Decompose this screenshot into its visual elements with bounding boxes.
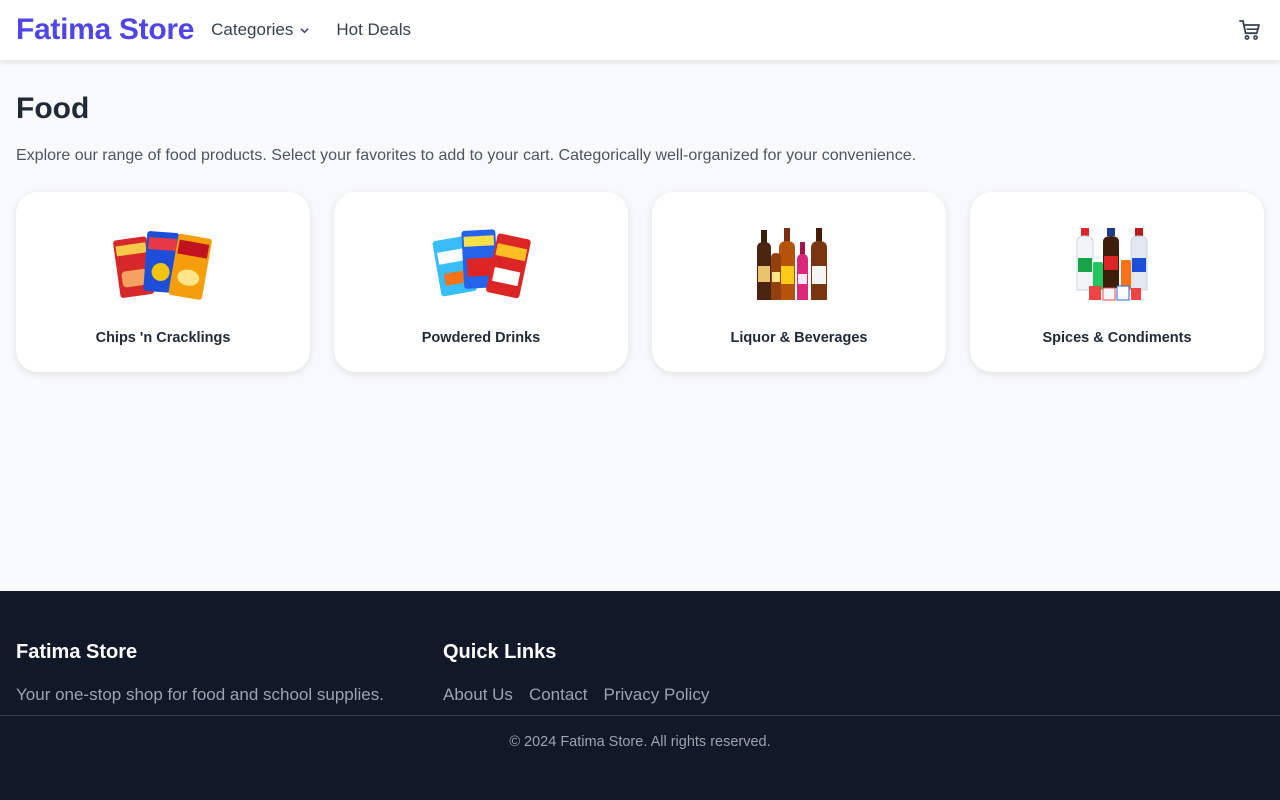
site-footer: Fatima Store Your one-stop shop for food…: [0, 591, 1280, 800]
category-card-liquor[interactable]: Liquor & Beverages: [652, 192, 946, 372]
powdered-drinks-image: [432, 229, 531, 299]
category-label: Liquor & Beverages: [730, 330, 868, 346]
category-label: Chips 'n Cracklings: [95, 330, 231, 346]
liquor-bottles-image: [757, 228, 827, 300]
category-grid: Chips 'n Cracklings Powdered Drinks Liqu…: [16, 192, 1264, 372]
footer-tagline: Your one-stop shop for food and school s…: [16, 685, 384, 704]
categories-label: Categories: [211, 20, 294, 39]
categories-dropdown[interactable]: Categories: [211, 20, 310, 40]
cart-icon[interactable]: [1238, 18, 1262, 42]
quick-links-title: Quick Links: [443, 641, 557, 663]
category-card-spices[interactable]: Spices & Condiments: [970, 192, 1264, 372]
footer-divider: [0, 715, 1280, 716]
condiments-bottles-image: [1076, 228, 1148, 301]
hot-deals-link[interactable]: Hot Deals: [336, 20, 411, 40]
top-navbar: Fatima Store Categories Hot Deals: [0, 0, 1280, 60]
footer-brand: Fatima Store: [16, 641, 138, 663]
category-card-powdered-drinks[interactable]: Powdered Drinks: [334, 192, 628, 372]
hot-deals-label: Hot Deals: [336, 20, 411, 39]
page-description: Explore our range of food products. Sele…: [16, 147, 917, 164]
privacy-policy-link[interactable]: Privacy Policy: [604, 685, 710, 705]
category-label: Spices & Condiments: [1042, 330, 1192, 346]
category-label: Powdered Drinks: [421, 330, 541, 346]
page-title: Food: [16, 92, 90, 125]
category-card-chips[interactable]: Chips 'n Cracklings: [16, 192, 310, 372]
chevron-down-icon: [300, 27, 309, 33]
brand-logo[interactable]: Fatima Store: [16, 13, 194, 47]
contact-link[interactable]: Contact: [529, 685, 588, 705]
main-content: Food Explore our range of food products.…: [0, 60, 1280, 591]
copyright-text: © 2024 Fatima Store. All rights reserved…: [509, 734, 771, 750]
quick-links: About Us Contact Privacy Policy: [443, 685, 709, 705]
about-us-link[interactable]: About Us: [443, 685, 513, 705]
chips-snacks-image: [113, 231, 212, 300]
